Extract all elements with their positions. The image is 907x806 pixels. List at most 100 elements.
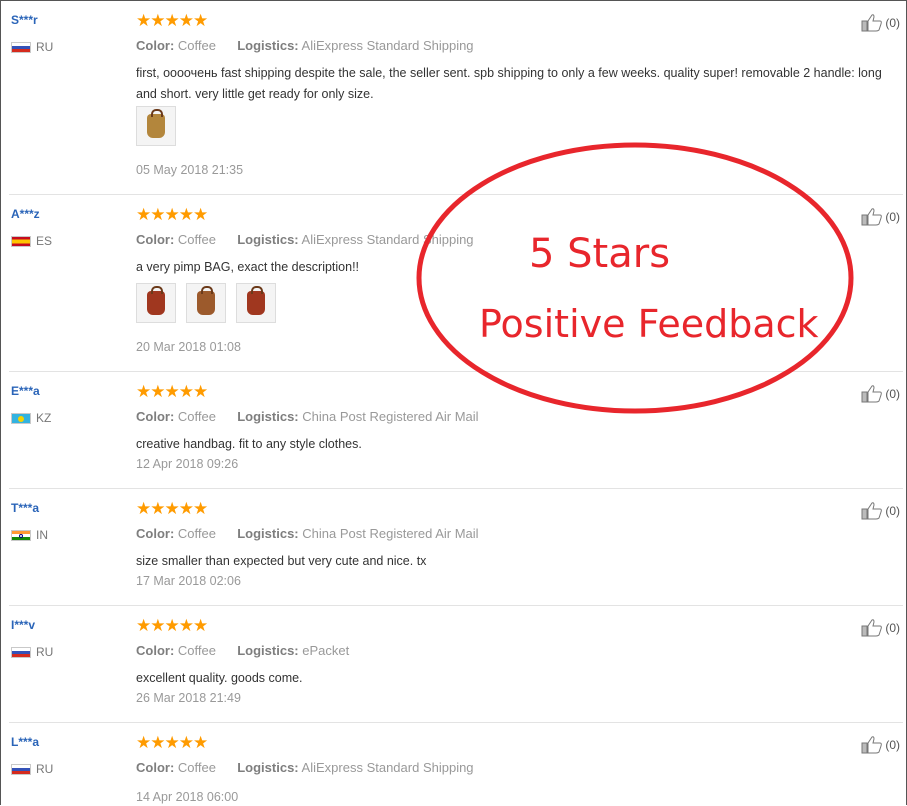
reviewer-name[interactable]: S***r (11, 13, 38, 27)
review-date: 20 Mar 2018 01:08 (136, 340, 241, 354)
bag-photo-icon (147, 109, 165, 138)
logistics-value: China Post Registered Air Mail (302, 526, 479, 541)
logistics-value: AliExpress Standard Shipping (301, 760, 474, 775)
logistics-label: Logistics: (237, 232, 299, 247)
flag-icon (11, 763, 31, 775)
photo-thumbnail[interactable] (236, 283, 276, 323)
order-meta: Color: Coffee Logistics: AliExpress Stan… (136, 38, 474, 53)
star-rating: ★★★★★ (136, 616, 208, 635)
reviewer-name[interactable]: I***v (11, 618, 35, 632)
color-value: Coffee (177, 526, 216, 541)
reviewer-country: RU (11, 762, 53, 776)
helpful-count: (0) (885, 387, 900, 401)
thumbs-up-icon (861, 502, 883, 520)
thumbs-up-icon (861, 385, 883, 403)
photo-thumbnail[interactable] (186, 283, 226, 323)
logistics-label: Logistics: (237, 409, 299, 424)
logistics-label: Logistics: (237, 526, 299, 541)
color-label: Color: (136, 526, 175, 541)
color-label: Color: (136, 409, 175, 424)
color-label: Color: (136, 760, 175, 775)
review-item: I***v RU ★★★★★ Color: Coffee Logistics: … (9, 606, 903, 723)
star-rating: ★★★★★ (136, 733, 208, 752)
bag-photo-icon (247, 286, 265, 315)
helpful-button[interactable]: (0) (861, 384, 900, 404)
thumbs-up-icon (861, 736, 883, 754)
bag-photo-icon (147, 286, 165, 315)
review-text: first, оооочень fast shipping despite th… (136, 66, 882, 101)
flag-icon (11, 412, 31, 424)
country-code: RU (36, 645, 54, 659)
review-text: size smaller than expected but very cute… (136, 554, 427, 568)
star-rating: ★★★★★ (136, 382, 208, 401)
review-date: 12 Apr 2018 09:26 (136, 457, 239, 471)
star-rating: ★★★★★ (136, 11, 208, 30)
feedback-list: S***r RU ★★★★★ Color: Coffee Logistics: … (0, 0, 907, 805)
reviewer-country: KZ (11, 411, 51, 425)
bag-photo-icon (197, 286, 215, 315)
color-value: Coffee (177, 409, 216, 424)
logistics-value: AliExpress Standard Shipping (301, 38, 474, 53)
helpful-button[interactable]: (0) (861, 618, 900, 638)
color-value: Coffee (177, 232, 216, 247)
country-code: IN (36, 528, 48, 542)
reviewer-country: ES (11, 234, 52, 248)
color-label: Color: (136, 232, 175, 247)
photo-thumbnails (136, 106, 176, 146)
photo-thumbnail[interactable] (136, 106, 176, 146)
color-label: Color: (136, 38, 175, 53)
helpful-count: (0) (885, 738, 900, 752)
flag-icon (11, 235, 31, 247)
helpful-button[interactable]: (0) (861, 501, 900, 521)
callout-title: 5 Stars (529, 231, 671, 277)
review-item: T***a IN ★★★★★ Color: Coffee Logistics: … (9, 489, 903, 606)
review-date: 14 Apr 2018 06:00 (136, 790, 239, 804)
logistics-value: ePacket (302, 643, 350, 658)
order-meta: Color: Coffee Logistics: China Post Regi… (136, 526, 479, 541)
photo-thumbnails (136, 283, 276, 323)
review-date: 05 May 2018 21:35 (136, 163, 244, 177)
reviewer-name[interactable]: E***a (11, 384, 40, 398)
star-rating: ★★★★★ (136, 205, 208, 224)
helpful-button[interactable]: (0) (861, 735, 900, 755)
country-code: KZ (36, 411, 52, 425)
positive-feedback-callout: 5 Stars Positive Feedback (415, 140, 855, 415)
order-meta: Color: Coffee Logistics: ePacket (136, 643, 349, 658)
helpful-count: (0) (885, 16, 900, 30)
thumbs-up-icon (861, 14, 883, 32)
helpful-count: (0) (885, 504, 900, 518)
helpful-count: (0) (885, 621, 900, 635)
reviewer-name[interactable]: L***a (11, 735, 39, 749)
review-item: L***a RU ★★★★★ Color: Coffee Logistics: … (9, 723, 903, 805)
flag-icon (11, 646, 31, 658)
reviewer-name[interactable]: T***a (11, 501, 39, 515)
logistics-label: Logistics: (237, 760, 299, 775)
thumbs-up-icon (861, 208, 883, 226)
logistics-label: Logistics: (237, 38, 299, 53)
flag-icon (11, 529, 31, 541)
helpful-button[interactable]: (0) (861, 207, 900, 227)
country-code: RU (36, 762, 54, 776)
thumbs-up-icon (861, 619, 883, 637)
callout-subtitle: Positive Feedback (479, 302, 819, 346)
review-date: 17 Mar 2018 02:06 (136, 574, 241, 588)
reviewer-country: RU (11, 40, 53, 54)
color-label: Color: (136, 643, 175, 658)
color-value: Coffee (177, 643, 216, 658)
red-ellipse-outline (416, 142, 854, 414)
review-text: creative handbag. fit to any style cloth… (136, 437, 362, 451)
photo-thumbnail[interactable] (136, 283, 176, 323)
review-date: 26 Mar 2018 21:49 (136, 691, 241, 705)
country-code: RU (36, 40, 54, 54)
reviewer-country: IN (11, 528, 48, 542)
color-value: Coffee (177, 38, 216, 53)
country-code: ES (36, 234, 53, 248)
flag-icon (11, 41, 31, 53)
logistics-label: Logistics: (237, 643, 299, 658)
star-rating: ★★★★★ (136, 499, 208, 518)
color-value: Coffee (177, 760, 216, 775)
reviewer-name[interactable]: A***z (11, 207, 40, 221)
review-text: excellent quality. goods come. (136, 671, 303, 685)
helpful-count: (0) (885, 210, 900, 224)
helpful-button[interactable]: (0) (861, 13, 900, 33)
